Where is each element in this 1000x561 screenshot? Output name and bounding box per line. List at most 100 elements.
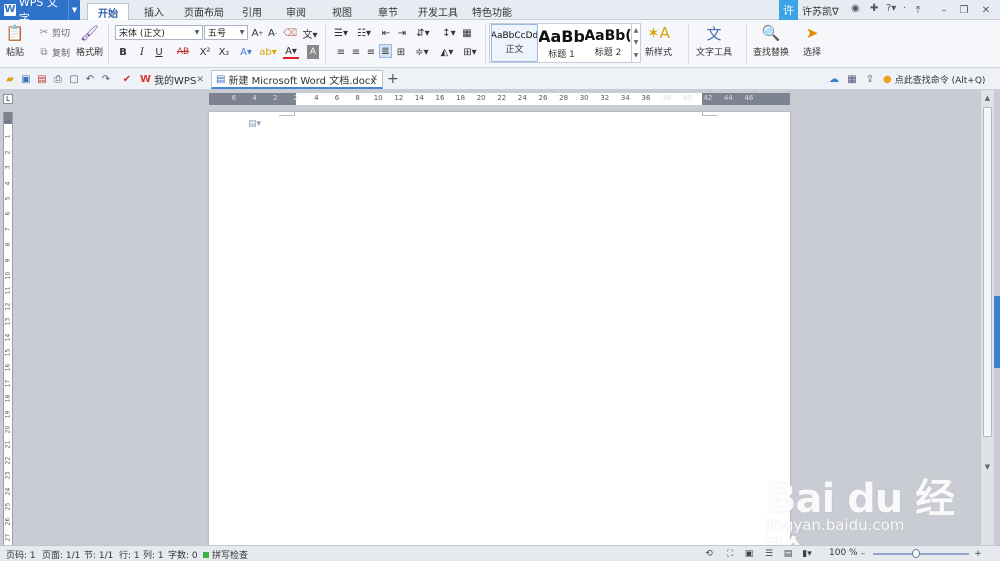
chevron-up-icon[interactable]: ▲ (634, 27, 639, 34)
distributed-icon[interactable]: ⊞ (395, 45, 407, 59)
restore-icon[interactable]: ❐ (956, 2, 972, 18)
save-icon[interactable]: ▣ (20, 73, 32, 85)
shading-icon[interactable]: ◭▾ (438, 45, 456, 59)
paragraph-layout-icon[interactable]: ▤▾ (248, 119, 261, 129)
format-painter-button[interactable]: 🖌 格式刷 (76, 23, 103, 58)
tab-home[interactable]: 开始 (87, 3, 129, 20)
increase-indent-icon[interactable]: ⇥ (396, 26, 408, 40)
open-folder-icon[interactable]: ▰ (4, 73, 16, 85)
style-heading-1[interactable]: AaBb 标题 1 (539, 24, 584, 62)
underline-button[interactable]: U (153, 45, 165, 59)
numbered-list-icon[interactable]: ☷▾ (355, 26, 373, 40)
gallery-scrollbar[interactable]: ▲ ▼ ▼ (631, 24, 640, 62)
tab-stop-selector[interactable]: L (3, 94, 13, 104)
find-replace-button[interactable]: 🔍 查找替换 (753, 23, 789, 58)
minimize-icon[interactable]: – (936, 2, 952, 18)
status-pages[interactable]: 页面: 1/1 (42, 548, 80, 561)
more-icon[interactable]: · (903, 3, 906, 14)
tab-features[interactable]: 特色功能 (468, 3, 516, 20)
status-word-count[interactable]: 字数: 0 (168, 548, 198, 561)
shrink-font-button[interactable]: A- (266, 26, 279, 40)
font-family-select[interactable]: 宋体 (正文) ▼ (115, 25, 203, 40)
pdf-icon[interactable]: ▤ (36, 73, 48, 85)
text-direction-icon[interactable]: ⇵▾ (414, 26, 432, 40)
italic-button[interactable]: I (136, 45, 148, 59)
tab-document[interactable]: ▤ 新建 Microsoft Word 文档.docx ✕ (211, 70, 383, 89)
user-avatar[interactable]: 许 (779, 0, 798, 20)
close-icon[interactable]: ✕ (196, 75, 204, 85)
page-view-icon[interactable]: ▣ (743, 548, 755, 559)
border-icon[interactable]: ⊞▾ (460, 45, 480, 59)
help-icon[interactable]: ?▾ (886, 3, 896, 14)
table-icon[interactable]: ▦ (461, 26, 473, 40)
phonetic-guide-icon[interactable]: 文▾ (302, 26, 318, 41)
expand-icon[interactable]: ▼ (634, 52, 639, 59)
share-icon[interactable]: ⇪ (864, 73, 876, 85)
align-center-icon[interactable]: ≡ (350, 45, 362, 59)
fullscreen-icon[interactable]: ⛶ (724, 548, 736, 559)
justify-icon[interactable]: ≣ (379, 44, 392, 58)
doc-info-icon[interactable]: ▦ (846, 73, 858, 85)
close-icon[interactable]: ✕ (978, 2, 994, 18)
zoom-slider[interactable] (873, 553, 969, 555)
zoom-in-icon[interactable]: + (972, 548, 984, 559)
align-right-icon[interactable]: ≡ (365, 45, 377, 59)
tab-my-wps[interactable]: W 我的WPS ✕ (136, 70, 208, 89)
reading-view-icon[interactable]: ▮▾ (801, 548, 813, 559)
subscript-button[interactable]: X₂ (217, 45, 231, 59)
scroll-down-icon[interactable]: ▼ (981, 460, 994, 474)
char-shading-icon[interactable]: A (307, 45, 319, 59)
horizontal-ruler[interactable]: 6 4 2 2 4 6 8 10 12 14 16 18 20 22 24 26 28 30 32 34 36 38 40 4… (209, 93, 790, 105)
app-menu-button[interactable]: W WPS 文字 ▼ (0, 0, 80, 25)
undo-icon[interactable]: ↶ (84, 73, 96, 85)
command-search[interactable]: ● 点此查找命令 (Alt+Q) (883, 73, 985, 86)
status-page-number[interactable]: 页码: 1 (6, 548, 36, 561)
tab-references[interactable]: 引用 (236, 3, 268, 20)
tab-review[interactable]: 审阅 (280, 3, 312, 20)
bold-button[interactable]: B (117, 45, 129, 59)
tab-chapter[interactable]: 章节 (372, 3, 404, 20)
zoom-level[interactable]: 100 % (829, 548, 858, 558)
side-panel-toggle[interactable] (994, 296, 1000, 368)
spell-check-toggle[interactable]: 拼写检查 (203, 548, 248, 561)
text-effect-icon[interactable]: A▾ (238, 45, 254, 59)
cut-button[interactable]: ✂ 剪切 (38, 26, 70, 39)
shirt-icon[interactable]: ✚ (870, 3, 878, 14)
highlight-icon[interactable]: ab▾ (259, 45, 277, 59)
print-icon[interactable]: ⎙ (52, 73, 64, 85)
copy-button[interactable]: ⧉ 复制 (38, 46, 70, 59)
clear-format-icon[interactable]: ⌫ (283, 26, 297, 40)
paste-button[interactable]: 📋 粘贴 (5, 23, 25, 58)
upload-icon[interactable]: ⤒ (910, 2, 926, 18)
print-preview-icon[interactable]: ▢ (68, 73, 80, 85)
strikethrough-button[interactable]: AB (173, 45, 193, 59)
text-tools-button[interactable]: 文 文字工具 (696, 23, 732, 59)
tab-view[interactable]: 视图 (326, 3, 358, 20)
style-normal[interactable]: AaBbCcDd 正文 (491, 24, 538, 62)
vertical-scrollbar[interactable]: ▲ ▼ (980, 90, 994, 545)
sort-icon[interactable]: ↕▾ (441, 26, 457, 40)
scroll-thumb[interactable] (983, 107, 992, 437)
grow-font-button[interactable]: A + (251, 26, 264, 40)
add-tab-icon[interactable]: + (387, 71, 399, 87)
decrease-indent-icon[interactable]: ⇤ (380, 26, 392, 40)
align-left-icon[interactable]: ≡ (335, 45, 347, 59)
revision-icon[interactable]: ⟲ (703, 548, 715, 559)
customize-icon[interactable]: ✔ (121, 73, 133, 85)
scroll-up-icon[interactable]: ▲ (981, 91, 994, 105)
zoom-slider-thumb[interactable] (912, 549, 921, 558)
superscript-button[interactable]: X² (198, 45, 212, 59)
redo-icon[interactable]: ↷ (100, 73, 112, 85)
status-section[interactable]: 节: 1/1 (84, 548, 113, 561)
line-spacing-icon[interactable]: ≑▾ (413, 45, 431, 59)
document-page[interactable]: ▤▾ (209, 112, 790, 545)
tab-insert[interactable]: 插入 (136, 3, 172, 20)
zoom-out-icon[interactable]: – (857, 548, 869, 559)
outline-view-icon[interactable]: ☰ (763, 548, 775, 559)
font-size-select[interactable]: 五号 ▼ (204, 25, 248, 40)
user-name[interactable]: 许苏凯∇ (802, 3, 839, 18)
select-button[interactable]: ➤ 选择 (802, 23, 822, 58)
vertical-ruler[interactable]: 1 1 2 3 4 5 6 7 8 9 10 11 12 13 14 15 16 17 18 19 20 21 22 23 24… (3, 112, 13, 545)
web-view-icon[interactable]: ▤ (782, 548, 794, 559)
chevron-down-icon[interactable]: ▼ (634, 39, 639, 46)
